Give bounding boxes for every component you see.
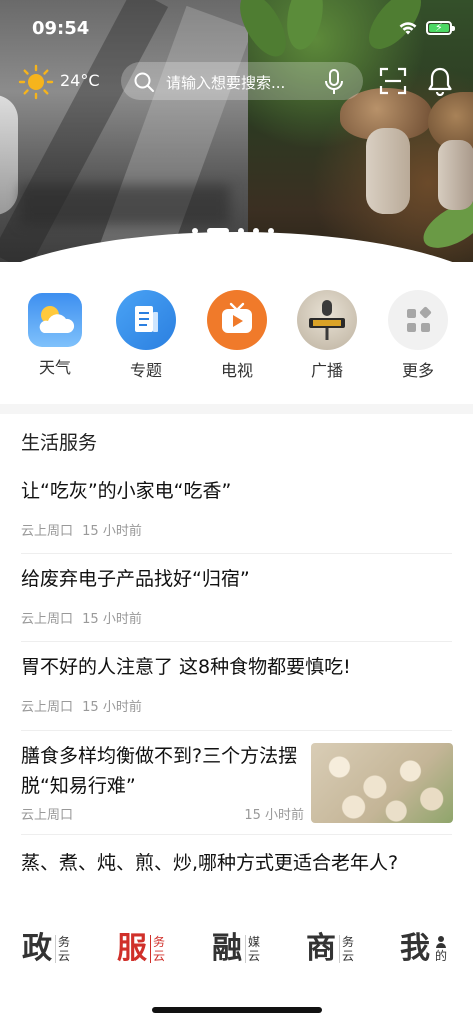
quick-link-weather[interactable]: 天气 — [20, 290, 90, 378]
scan-icon[interactable] — [379, 67, 407, 95]
news-title[interactable]: 让“吃灰”的小家电“吃香” — [21, 476, 452, 506]
banner-image-right — [230, 0, 473, 262]
status-time: 09:54 — [32, 18, 90, 39]
sun-icon — [18, 64, 54, 100]
battery-icon: ⚡ — [426, 21, 455, 35]
news-time: 15 小时前 — [244, 808, 304, 823]
quick-link-tv[interactable]: 电视 — [202, 290, 272, 381]
news-item[interactable]: 给废弃电子产品找好“归宿” 云上周口 15 小时前 — [21, 564, 452, 627]
tab-fuwu[interactable]: 服 务云 — [117, 926, 165, 972]
news-title[interactable]: 给废弃电子产品找好“归宿” — [21, 564, 452, 594]
list-divider — [21, 730, 452, 731]
tab-main-label: 服 — [117, 931, 147, 966]
section-title: 生活服务 — [21, 432, 98, 454]
weather-icon — [28, 293, 82, 347]
news-source: 云上周口 — [21, 524, 74, 539]
pagination-dot[interactable] — [268, 228, 274, 234]
tab-sub-label: 的 — [433, 935, 447, 963]
tab-wode[interactable]: 我 的 — [400, 926, 447, 972]
document-icon — [116, 290, 176, 350]
bell-icon[interactable] — [427, 66, 453, 96]
tab-shangwu[interactable]: 商 务云 — [306, 926, 354, 972]
news-meta: 云上周口 15 小时前 — [21, 804, 304, 823]
news-item[interactable]: 胃不好的人注意了 这8种食物都要慎吃! 云上周口 15 小时前 — [21, 652, 452, 715]
hero-banner[interactable] — [0, 0, 473, 262]
banner-pagination — [192, 228, 274, 234]
pagination-dot-active[interactable] — [207, 228, 229, 234]
quick-link-label: 更多 — [401, 361, 434, 380]
quick-link-more[interactable]: 更多 — [383, 290, 453, 381]
pagination-dot[interactable] — [238, 228, 244, 234]
news-source: 云上周口 — [21, 612, 74, 627]
news-item[interactable]: 蒸、煮、炖、煎、炒,哪种方式更适合老年人? — [21, 848, 452, 878]
search-bar[interactable]: 请输入想要搜索... — [121, 62, 363, 100]
section-divider — [0, 404, 473, 414]
temperature[interactable]: 24°C — [60, 71, 100, 90]
quick-links: 天气 专题 电视 广播 更多 — [0, 290, 473, 390]
radio-icon — [297, 290, 357, 350]
user-icon — [436, 936, 446, 948]
news-time: 15 小时前 — [82, 524, 142, 539]
quick-link-label: 广播 — [310, 361, 343, 380]
news-meta: 云上周口 15 小时前 — [21, 520, 452, 539]
quick-link-label: 天气 — [38, 358, 71, 377]
wifi-icon — [399, 22, 417, 35]
banner-image-left — [0, 0, 253, 262]
tab-sub-label: 媒云 — [245, 935, 260, 963]
quick-link-label: 专题 — [129, 361, 162, 380]
pagination-dot[interactable] — [253, 228, 259, 234]
search-placeholder[interactable]: 请输入想要搜索... — [166, 72, 285, 93]
tab-main-label: 商 — [306, 931, 336, 966]
list-divider — [21, 834, 452, 835]
news-time: 15 小时前 — [82, 612, 142, 627]
quick-link-radio[interactable]: 广播 — [292, 290, 362, 381]
grid-icon — [388, 290, 448, 350]
tab-main-label: 我 — [400, 931, 430, 966]
tab-zhengwu[interactable]: 政 务云 — [22, 926, 70, 972]
tab-rongmei[interactable]: 融 媒云 — [212, 926, 260, 972]
tab-sub-label: 务云 — [339, 935, 354, 963]
search-icon[interactable] — [133, 71, 155, 93]
bottom-tab-bar: 政 务云 服 务云 融 媒云 商 务云 我 的 — [0, 926, 473, 976]
tab-sub-label: 务云 — [150, 935, 165, 963]
tv-icon — [207, 290, 267, 350]
home-indicator[interactable] — [152, 1007, 322, 1013]
tab-main-label: 融 — [212, 931, 242, 966]
quick-link-topics[interactable]: 专题 — [111, 290, 181, 381]
news-title[interactable]: 膳食多样均衡做不到?三个方法摆脱“知易行难” — [21, 741, 301, 801]
news-meta: 云上周口 15 小时前 — [21, 608, 452, 627]
news-source: 云上周口 — [21, 700, 74, 715]
tab-main-label: 政 — [22, 931, 52, 966]
pagination-dot[interactable] — [192, 228, 198, 234]
list-divider — [21, 641, 452, 642]
microphone-icon[interactable] — [323, 69, 345, 95]
quick-link-label: 电视 — [220, 361, 253, 380]
news-item[interactable]: 让“吃灰”的小家电“吃香” 云上周口 15 小时前 — [21, 476, 452, 539]
list-divider — [21, 553, 452, 554]
news-time: 15 小时前 — [82, 700, 142, 715]
news-title[interactable]: 蒸、煮、炖、煎、炒,哪种方式更适合老年人? — [21, 848, 452, 878]
news-title[interactable]: 胃不好的人注意了 这8种食物都要慎吃! — [21, 652, 452, 682]
tab-sub-label: 务云 — [55, 935, 70, 963]
news-thumbnail[interactable] — [311, 743, 453, 823]
news-meta: 云上周口 15 小时前 — [21, 696, 452, 715]
news-item-with-image[interactable]: 膳食多样均衡做不到?三个方法摆脱“知易行难” — [21, 741, 301, 801]
news-source: 云上周口 — [21, 808, 74, 823]
